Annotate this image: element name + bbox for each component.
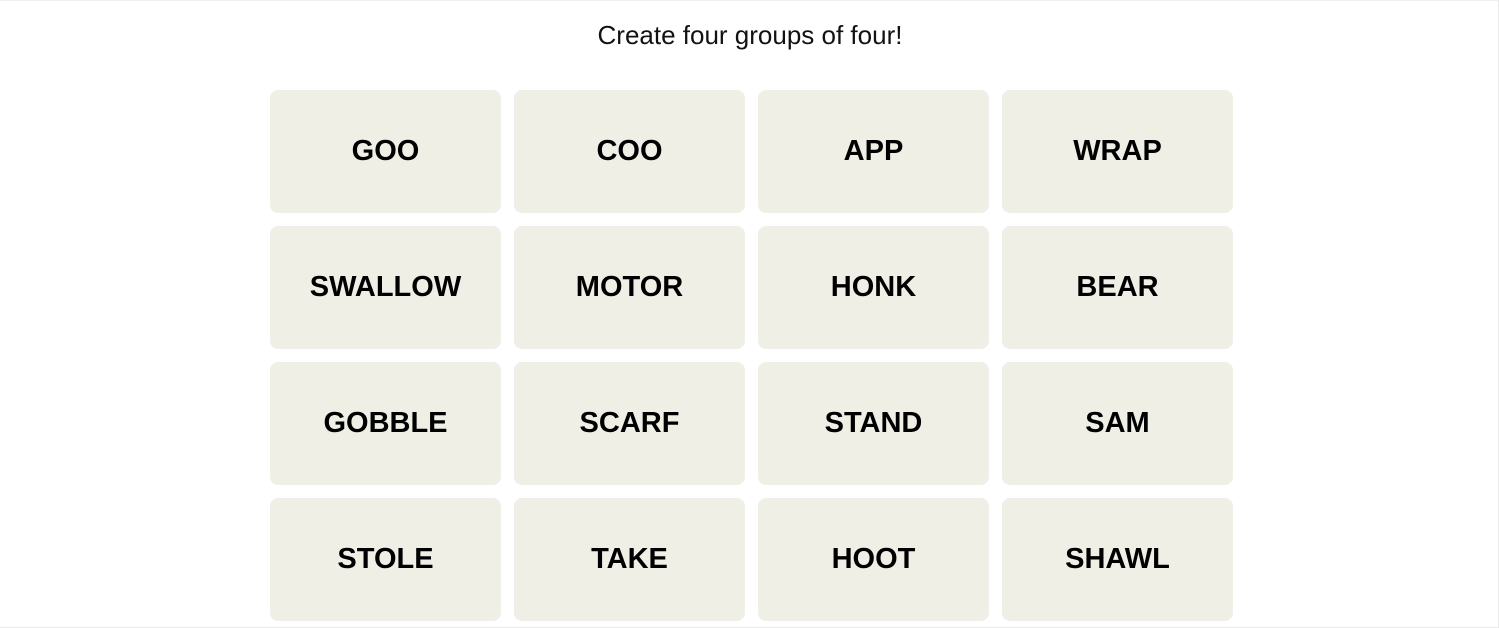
word-tile[interactable]: STOLE xyxy=(270,498,501,621)
word-tile[interactable]: SHAWL xyxy=(1002,498,1233,621)
word-tile[interactable]: BEAR xyxy=(1002,226,1233,349)
word-tile[interactable]: COO xyxy=(514,90,745,213)
word-tile[interactable]: GOBBLE xyxy=(270,362,501,485)
word-tile[interactable]: STAND xyxy=(758,362,989,485)
word-tile[interactable]: APP xyxy=(758,90,989,213)
word-tile[interactable]: MOTOR xyxy=(514,226,745,349)
word-tile[interactable]: GOO xyxy=(270,90,501,213)
word-grid: GOO COO APP WRAP SWALLOW MOTOR HONK BEAR… xyxy=(270,90,1233,621)
word-tile[interactable]: SAM xyxy=(1002,362,1233,485)
word-tile[interactable]: WRAP xyxy=(1002,90,1233,213)
word-tile[interactable]: HOOT xyxy=(758,498,989,621)
word-tile[interactable]: SCARF xyxy=(514,362,745,485)
word-tile[interactable]: HONK xyxy=(758,226,989,349)
word-tile[interactable]: TAKE xyxy=(514,498,745,621)
word-tile[interactable]: SWALLOW xyxy=(270,226,501,349)
instructions-text: Create four groups of four! xyxy=(597,20,903,50)
